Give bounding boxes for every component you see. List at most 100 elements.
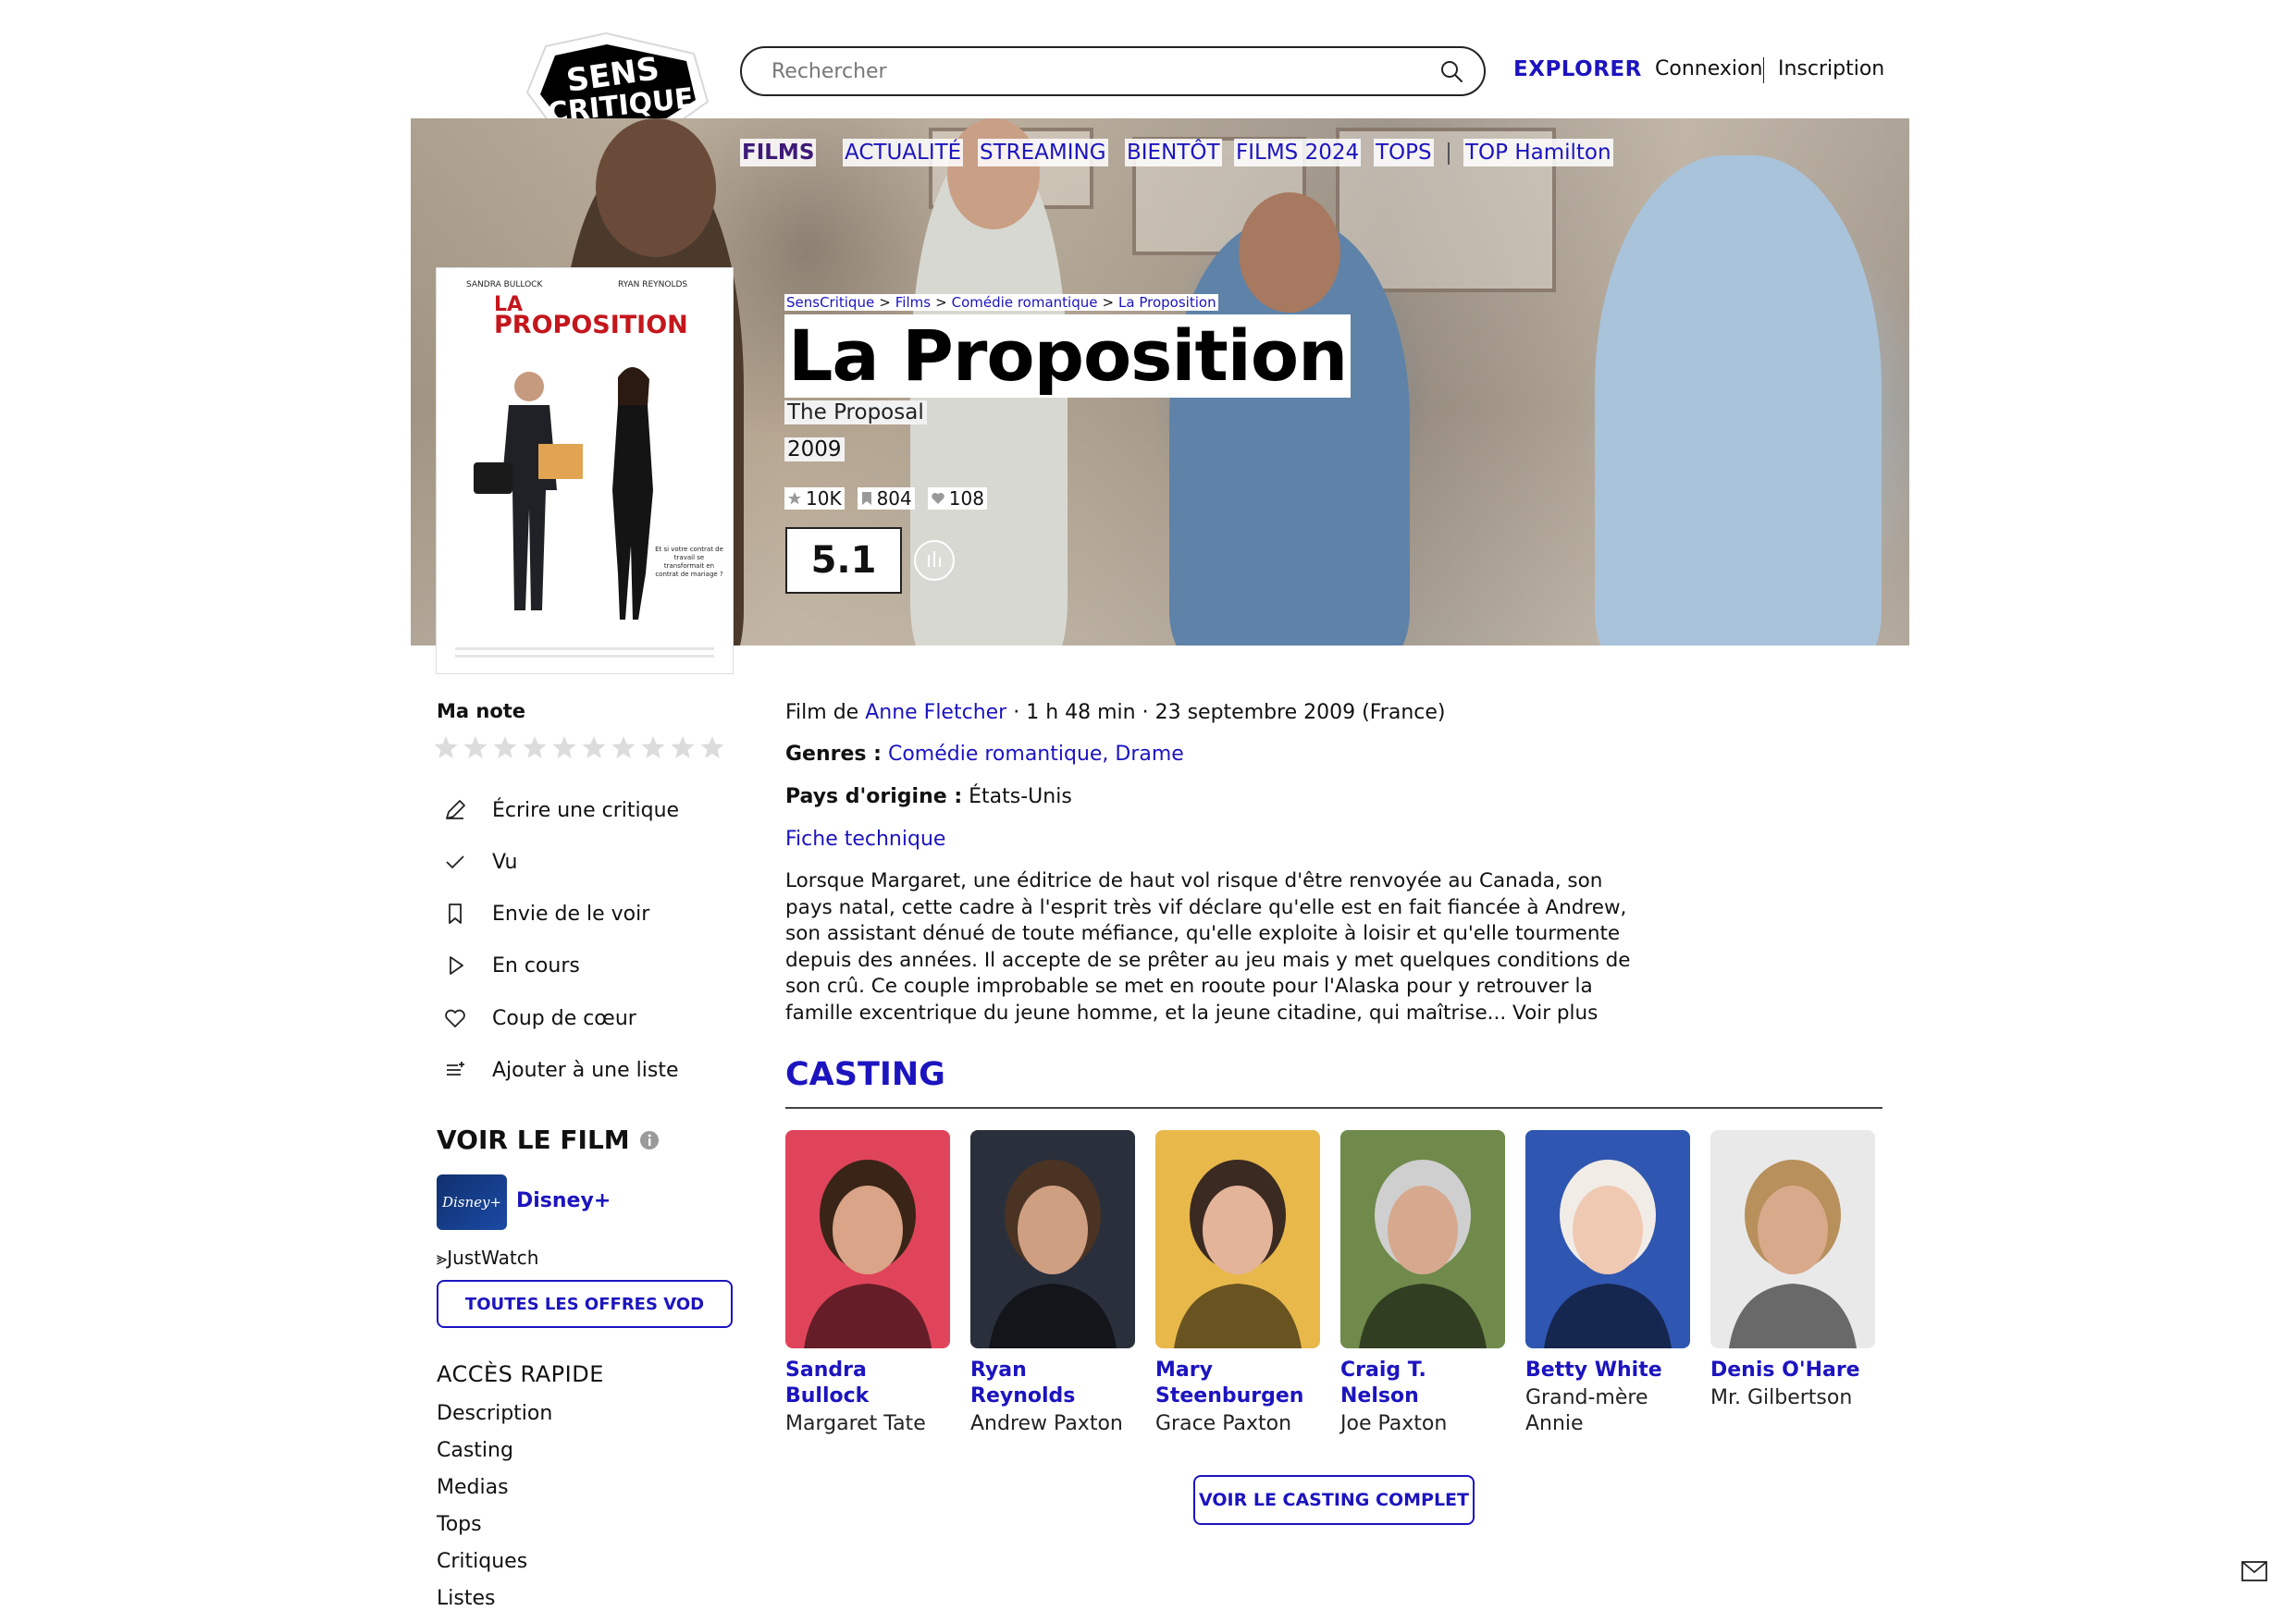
write-review-action[interactable]: Écrire une critique bbox=[442, 797, 679, 823]
quick-link-listes[interactable]: Listes bbox=[437, 1587, 495, 1610]
breadcrumb-senscritique[interactable]: SensCritique bbox=[784, 294, 877, 311]
breadcrumb-genre[interactable]: Comédie romantique bbox=[949, 294, 1100, 311]
cast-face bbox=[833, 1186, 903, 1274]
disney-plus-link[interactable]: Disney+ bbox=[516, 1189, 611, 1212]
menu-item-bientot[interactable]: BIENTÔT bbox=[1125, 139, 1222, 166]
quick-link-description[interactable]: Description bbox=[437, 1402, 552, 1425]
cast-actor-name[interactable]: Denis O'Hare bbox=[1710, 1358, 1875, 1383]
cast-actor-name[interactable]: Sandra Bullock bbox=[785, 1358, 950, 1409]
favorites-count-stat: 108 bbox=[927, 487, 987, 510]
info-icon[interactable] bbox=[639, 1130, 660, 1150]
cast-card[interactable]: Denis O'Hare Mr. Gilbertson bbox=[1710, 1130, 1875, 1411]
bar-chart-icon bbox=[928, 551, 941, 567]
cast-face bbox=[1758, 1186, 1828, 1274]
breadcrumb-films[interactable]: Films bbox=[893, 294, 933, 311]
cast-character-name: Grace Paxton bbox=[1155, 1412, 1292, 1435]
movie-stats: 10K 804 108 bbox=[784, 487, 987, 510]
breadcrumb-separator: > bbox=[876, 294, 894, 311]
cast-actor-name[interactable]: Mary Steenburgen bbox=[1155, 1358, 1320, 1409]
wishlist-count-stat: 804 bbox=[857, 487, 915, 510]
search-bar[interactable] bbox=[740, 46, 1486, 96]
menu-item-tops[interactable]: TOPS bbox=[1374, 139, 1434, 166]
menu-item-films[interactable]: FILMS bbox=[740, 139, 817, 166]
cast-card[interactable]: Sandra Bullock Margaret Tate bbox=[785, 1130, 950, 1437]
country-label: Pays d'origine : bbox=[785, 785, 963, 808]
director-link[interactable]: Anne Fletcher bbox=[865, 701, 1006, 724]
score-distribution-button[interactable] bbox=[914, 540, 955, 581]
cast-face bbox=[1573, 1186, 1643, 1274]
cast-photo[interactable] bbox=[1710, 1130, 1875, 1348]
cast-card[interactable]: Betty White Grand-mère Annie bbox=[1525, 1130, 1690, 1437]
cast-card[interactable]: Mary Steenburgen Grace Paxton bbox=[1155, 1130, 1320, 1437]
full-casting-button[interactable]: VOIR LE CASTING COMPLET bbox=[1193, 1475, 1475, 1525]
movie-title: La Proposition bbox=[784, 314, 1352, 398]
search-input[interactable] bbox=[770, 58, 1439, 84]
play-icon bbox=[450, 956, 463, 975]
rating-star-icon[interactable] bbox=[492, 734, 518, 760]
rating-star-icon[interactable] bbox=[611, 734, 636, 760]
my-rating-stars[interactable] bbox=[433, 734, 725, 760]
favorites-count: 108 bbox=[948, 487, 984, 510]
rating-star-icon[interactable] bbox=[699, 734, 725, 760]
in-progress-label: En cours bbox=[492, 953, 580, 977]
rating-star-icon[interactable] bbox=[670, 734, 696, 760]
add-to-list-label: Ajouter à une liste bbox=[492, 1058, 679, 1082]
cast-card[interactable]: Craig T. Nelson Joe Paxton bbox=[1340, 1130, 1505, 1437]
want-to-see-action[interactable]: Envie de le voir bbox=[442, 901, 649, 927]
breadcrumb-separator: > bbox=[1099, 294, 1117, 311]
synopsis: Lorsque Margaret, une éditrice de haut v… bbox=[785, 868, 1632, 1027]
all-vod-offers-button[interactable]: TOUTES LES OFFRES VOD bbox=[437, 1280, 733, 1328]
cast-photo[interactable] bbox=[1340, 1130, 1505, 1348]
cast-face bbox=[1018, 1186, 1088, 1274]
explorer-link[interactable]: EXPLORER bbox=[1513, 57, 1642, 81]
genres-links[interactable]: Comédie romantique, Drame bbox=[888, 743, 1184, 766]
mail-icon[interactable] bbox=[2241, 1561, 2267, 1581]
cast-character-name: Grand-mère Annie bbox=[1525, 1386, 1648, 1435]
release-year: 2009 bbox=[784, 437, 845, 461]
movie-poster[interactable]: SANDRA BULLOCK RYAN REYNOLDS LA PROPOSIT… bbox=[437, 268, 733, 673]
rating-star-icon[interactable] bbox=[463, 734, 488, 760]
main-menu: FILMS ACTUALITÉ STREAMING BIENTÔT FILMS … bbox=[0, 139, 2296, 170]
cast-photo[interactable] bbox=[1155, 1130, 1320, 1348]
rating-star-icon[interactable] bbox=[551, 734, 577, 760]
technical-sheet-link[interactable]: Fiche technique bbox=[785, 828, 945, 851]
cast-actor-name[interactable]: Ryan Reynolds bbox=[970, 1358, 1135, 1409]
menu-item-top-hamilton[interactable]: TOP Hamilton bbox=[1463, 139, 1613, 166]
rating-star-icon[interactable] bbox=[581, 734, 607, 760]
read-more-link[interactable]: Voir plus bbox=[1512, 1002, 1598, 1025]
rating-star-icon[interactable] bbox=[433, 734, 459, 760]
breadcrumb-current[interactable]: La Proposition bbox=[1117, 294, 1218, 311]
signup-link[interactable]: Inscription bbox=[1778, 57, 1884, 80]
menu-item-actualite[interactable]: ACTUALITÉ bbox=[843, 139, 964, 166]
quick-link-medias[interactable]: Medias bbox=[437, 1476, 509, 1499]
breadcrumb-separator: > bbox=[932, 294, 950, 311]
menu-item-streaming[interactable]: STREAMING bbox=[978, 139, 1108, 166]
favorite-action[interactable]: Coup de cœur bbox=[442, 1005, 636, 1031]
casting-divider bbox=[785, 1107, 1882, 1109]
favorite-label: Coup de cœur bbox=[492, 1006, 636, 1030]
want-to-see-label: Envie de le voir bbox=[492, 902, 650, 926]
my-rating-label: Ma note bbox=[437, 700, 526, 722]
justwatch-label: JustWatch bbox=[447, 1247, 539, 1269]
cast-photo[interactable] bbox=[1525, 1130, 1690, 1348]
cast-card[interactable]: Ryan Reynolds Andrew Paxton bbox=[970, 1130, 1135, 1437]
search-icon[interactable] bbox=[1439, 59, 1463, 83]
justwatch-attribution[interactable]: ⪢JustWatch bbox=[437, 1247, 538, 1269]
quick-link-casting[interactable]: Casting bbox=[437, 1439, 513, 1462]
seen-action[interactable]: Vu bbox=[442, 849, 518, 875]
cast-actor-name[interactable]: Craig T. Nelson bbox=[1340, 1358, 1505, 1409]
quick-link-critiques[interactable]: Critiques bbox=[437, 1550, 527, 1573]
in-progress-action[interactable]: En cours bbox=[442, 953, 580, 978]
add-to-list-action[interactable]: Ajouter à une liste bbox=[442, 1057, 679, 1083]
cast-photo[interactable] bbox=[970, 1130, 1135, 1348]
average-score: 5.1 bbox=[785, 527, 902, 594]
rating-star-icon[interactable] bbox=[522, 734, 548, 760]
quick-link-tops[interactable]: Tops bbox=[437, 1513, 482, 1536]
cast-photo[interactable] bbox=[785, 1130, 950, 1348]
cast-actor-name[interactable]: Betty White bbox=[1525, 1358, 1690, 1383]
login-link[interactable]: Connexion bbox=[1655, 57, 1762, 80]
menu-item-films-2024[interactable]: FILMS 2024 bbox=[1234, 139, 1362, 166]
disney-plus-logo[interactable]: Disney+ bbox=[437, 1174, 507, 1230]
rating-star-icon[interactable] bbox=[640, 734, 666, 760]
cast-character-name: Andrew Paxton bbox=[970, 1412, 1123, 1435]
